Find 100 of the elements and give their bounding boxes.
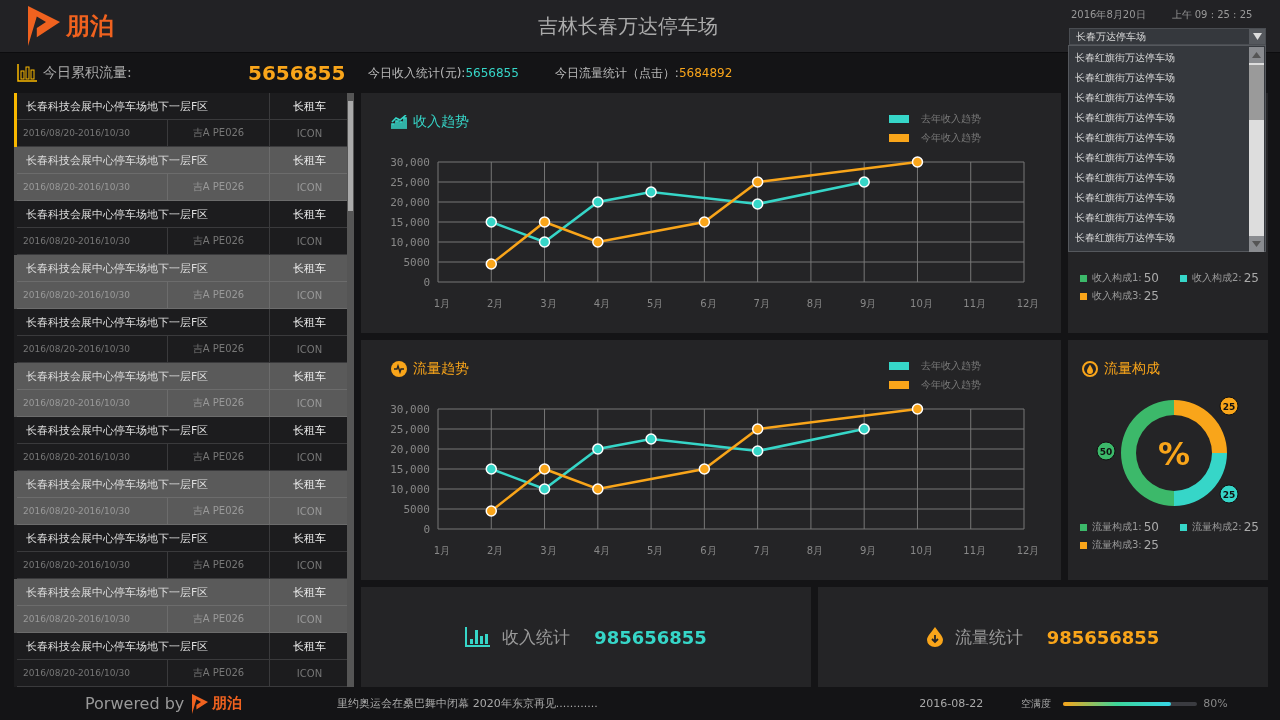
- date-range: 2016/08/20-2016/10/30: [17, 660, 168, 687]
- list-row[interactable]: 长春科技会展中心停车场地下一层F区 长租车 2016/08/20-2016/10/30 吉A PE026 ICON: [14, 147, 347, 201]
- axis-label: 1月: [433, 298, 451, 309]
- axis-label: 30,000: [390, 403, 430, 416]
- dropdown-option[interactable]: 长春红旗街万达停车场: [1069, 68, 1247, 88]
- legend-label: 收入构成1:: [1092, 271, 1142, 285]
- parking-dropdown[interactable]: 长春万达停车场: [1069, 28, 1266, 45]
- legend-value: 25: [1243, 271, 1259, 285]
- scroll-thumb[interactable]: [348, 101, 353, 211]
- meter-reading: 80%: [1203, 697, 1228, 710]
- legend-value: 25: [1243, 520, 1259, 534]
- list-row[interactable]: 长春科技会展中心停车场地下一层F区 长租车 2016/08/20-2016/10/30 吉A PE026 ICON: [14, 309, 347, 363]
- data-point: [698, 216, 711, 228]
- lot-name: 长春科技会展中心停车场地下一层F区: [17, 417, 270, 444]
- data-point: [645, 186, 657, 198]
- list-row[interactable]: 长春科技会展中心停车场地下一层F区 长租车 2016/08/20-2016/10/30 吉A PE026 ICON: [14, 255, 347, 309]
- caret-down-icon: [1252, 33, 1262, 40]
- axis-label: 10,000: [390, 236, 430, 249]
- axis-label: 0: [423, 523, 430, 536]
- axis-label: 5000: [403, 503, 430, 516]
- pulse-icon: [391, 361, 407, 377]
- brand-name: 朋泊: [212, 694, 243, 713]
- footer-date: 2016-08-22: [919, 697, 985, 710]
- list-row[interactable]: 长春科技会展中心停车场地下一层F区 长租车 2016/08/20-2016/10/30 吉A PE026 ICON: [14, 633, 347, 687]
- stat-value: 5656855: [248, 61, 347, 85]
- panel-title: 收入趋势: [413, 113, 469, 131]
- lot-name: 长春科技会展中心停车场地下一层F区: [17, 471, 270, 498]
- legend-label: 收入构成2:: [1192, 271, 1242, 285]
- dropdown-option[interactable]: 长春红旗街万达停车场: [1069, 188, 1247, 208]
- axis-label: 30,000: [390, 156, 430, 169]
- data-point: [485, 505, 497, 517]
- list-row[interactable]: 长春科技会展中心停车场地下一层F区 长租车 2016/08/20-2016/10/30 吉A PE026 ICON: [14, 201, 347, 255]
- axis-label: 3月: [540, 545, 557, 556]
- dropdown-option[interactable]: 长春红旗街万达停车场: [1069, 228, 1247, 248]
- legend-value: 50: [1143, 520, 1159, 534]
- data-point: [538, 216, 551, 228]
- brand-name: 朋泊: [66, 11, 114, 42]
- lot-name: 长春科技会展中心停车场地下一层F区: [17, 633, 270, 660]
- dropdown-option[interactable]: 长春红旗街万达停车场: [1069, 128, 1247, 148]
- axis-label: 11月: [963, 298, 987, 309]
- scrollbar[interactable]: [347, 93, 354, 687]
- value-badge: 25: [1219, 396, 1239, 416]
- data-label: 50: [1099, 446, 1113, 457]
- axis-label: 10,000: [390, 483, 430, 496]
- axis-label: 1月: [433, 545, 451, 556]
- dropdown-option[interactable]: 长春红旗街万达停车场: [1069, 168, 1247, 188]
- list-row[interactable]: 长春科技会展中心停车场地下一层F区 长租车 2016/08/20-2016/10/30 吉A PE026 ICON: [14, 579, 347, 633]
- bar-chart-icon: [17, 64, 37, 82]
- powered-by-text: Porwered by: [85, 694, 185, 713]
- legend-swatch: [889, 362, 909, 370]
- drop-icon: [926, 627, 943, 647]
- legend-label: 今年收入趋势: [921, 131, 981, 145]
- news-ticker: 里约奥运会在桑巴舞中闭幕 2020年东京再见............: [337, 696, 599, 711]
- data-point: [485, 258, 497, 270]
- page-title: 吉林长春万达停车场: [538, 12, 719, 40]
- plate-number: 吉A PE026: [168, 660, 270, 687]
- legend-label: 流量构成3:: [1092, 538, 1142, 552]
- lot-name: 长春科技会展中心停车场地下一层F区: [17, 201, 270, 228]
- list-row[interactable]: 长春科技会展中心停车场地下一层F区 长租车 2016/08/20-2016/10/30 吉A PE026 ICON: [14, 471, 347, 525]
- stat-label: 今日收入统计(元):: [368, 65, 466, 80]
- axis-label: 0: [423, 276, 430, 289]
- dropdown-option[interactable]: 长春红旗街万达停车场: [1069, 148, 1247, 168]
- data-label: 25: [1222, 489, 1236, 500]
- dropdown-option[interactable]: 长春红旗街万达停车场: [1069, 208, 1247, 228]
- axis-label: 25,000: [390, 176, 430, 189]
- legend-label: 今年收入趋势: [921, 378, 981, 392]
- axis-label: 7月: [753, 298, 770, 309]
- axis-label: 8月: [806, 545, 824, 556]
- card-label: 收入统计: [502, 625, 571, 649]
- axis-label: 25,000: [390, 423, 430, 436]
- list-row[interactable]: 长春科技会展中心停车场地下一层F区 长租车 2016/08/20-2016/10/30 吉A PE026 ICON: [14, 525, 347, 579]
- data-point: [645, 433, 657, 445]
- dropdown-option[interactable]: 长春红旗街万达停车场: [1069, 108, 1247, 128]
- axis-label: 5000: [403, 256, 430, 269]
- stat-label: 今日累积流量:: [43, 64, 133, 82]
- data-point: [592, 443, 604, 455]
- data-point: [751, 198, 764, 210]
- axis-label: 6月: [700, 298, 717, 309]
- list-row[interactable]: 长春科技会展中心停车场地下一层F区 长租车 2016/08/20-2016/10/30 吉A PE026 ICON: [14, 93, 347, 147]
- legend-label: 去年收入趋势: [921, 112, 981, 126]
- panel-title: 流量趋势: [413, 360, 469, 378]
- data-point: [485, 216, 497, 228]
- data-point: [751, 423, 764, 435]
- data-point: [751, 445, 764, 457]
- lot-name: 长春科技会展中心停车场地下一层F区: [17, 525, 270, 552]
- axis-label: 4月: [593, 545, 610, 556]
- legend-label: 去年收入趋势: [921, 359, 981, 373]
- logo-icon: [192, 693, 209, 714]
- legend-value: 25: [1143, 538, 1159, 552]
- stat-label: 今日流量统计（点击）:: [554, 65, 679, 80]
- list-row[interactable]: 长春科技会展中心停车场地下一层F区 长租车 2016/08/20-2016/10/30 吉A PE026 ICON: [14, 417, 347, 471]
- dropdown-option[interactable]: 长春红旗街万达停车场: [1069, 48, 1247, 68]
- card-value: 985656855: [1046, 626, 1160, 648]
- axis-label: 10月: [910, 545, 933, 556]
- data-point: [858, 423, 870, 435]
- legend-label: 流量构成1:: [1092, 520, 1142, 534]
- data-point: [592, 196, 604, 208]
- dropdown-option[interactable]: 长春红旗街万达停车场: [1069, 88, 1247, 108]
- lot-name: 长春科技会展中心停车场地下一层F区: [17, 147, 270, 174]
- list-row[interactable]: 长春科技会展中心停车场地下一层F区 长租车 2016/08/20-2016/10/30 吉A PE026 ICON: [14, 363, 347, 417]
